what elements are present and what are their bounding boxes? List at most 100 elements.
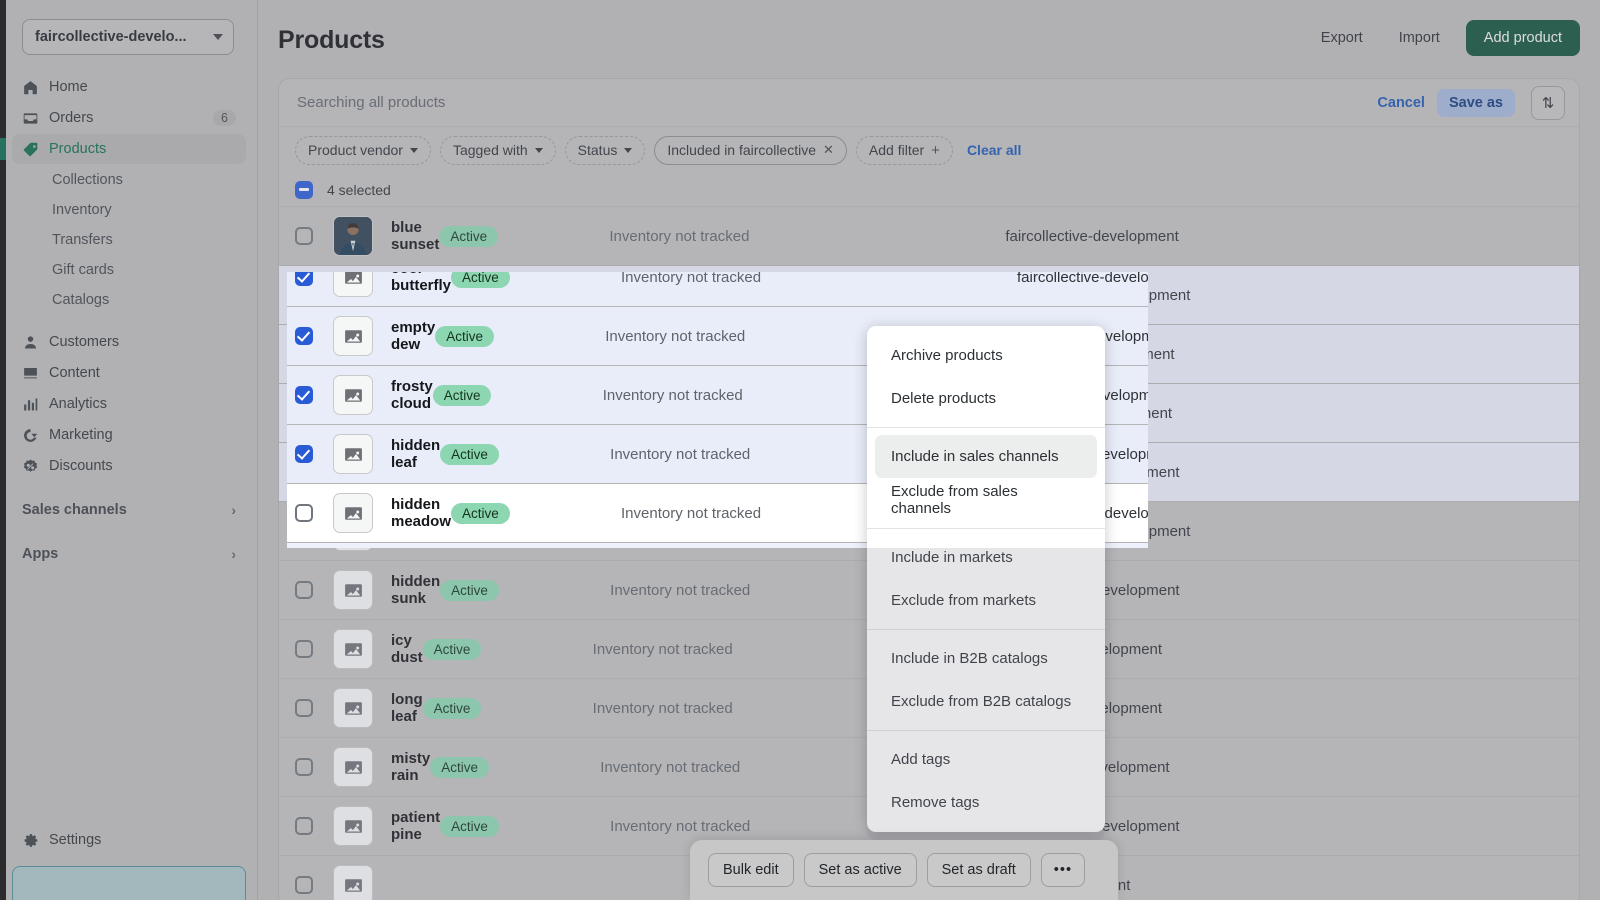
product-name[interactable]: hidden leaf bbox=[373, 437, 440, 471]
chevron-down-icon bbox=[213, 34, 223, 40]
sidebar-item-content-label: Content bbox=[49, 365, 100, 381]
set-as-active-button[interactable]: Set as active bbox=[803, 853, 917, 887]
product-name[interactable]: icy dust bbox=[373, 632, 423, 666]
product-name[interactable]: patient pine bbox=[373, 809, 440, 843]
add-filter-label: Add filter bbox=[868, 142, 925, 158]
sidebar-item-home[interactable]: Home bbox=[12, 72, 246, 102]
table-row-highlighted[interactable]: cool butterflyActive Inventory not tracke… bbox=[287, 272, 1148, 307]
product-name[interactable]: hidden meadow bbox=[373, 496, 451, 530]
row-checkbox[interactable] bbox=[295, 504, 313, 522]
menu-item[interactable]: Include in B2B catalogs bbox=[875, 637, 1097, 680]
row-checkbox[interactable] bbox=[295, 227, 313, 245]
sort-icon[interactable]: ⇅ bbox=[1531, 85, 1565, 120]
row-checkbox[interactable] bbox=[295, 272, 313, 286]
clear-all-button[interactable]: Clear all bbox=[967, 142, 1021, 158]
product-name[interactable]: blue sunset bbox=[373, 219, 439, 253]
sidebar-item-analytics[interactable]: Analytics bbox=[12, 389, 246, 419]
row-checkbox[interactable] bbox=[295, 876, 313, 894]
sidebar-item-catalogs[interactable]: Catalogs bbox=[12, 285, 246, 315]
menu-separator bbox=[867, 528, 1105, 529]
row-checkbox[interactable] bbox=[295, 386, 313, 404]
row-checkbox[interactable] bbox=[295, 327, 313, 345]
status-cell: Active bbox=[430, 756, 600, 778]
product-name[interactable]: frosty cloud bbox=[373, 378, 433, 412]
sidebar-item-gift-cards-label: Gift cards bbox=[52, 262, 115, 278]
filter-chip-product-vendor[interactable]: Product vendor bbox=[295, 135, 431, 165]
status-cell: Active bbox=[435, 325, 605, 347]
menu-item[interactable]: Exclude from sales channels bbox=[875, 478, 1097, 521]
row-checkbox[interactable] bbox=[295, 817, 313, 835]
discount-icon bbox=[22, 458, 39, 475]
marketing-icon bbox=[22, 427, 39, 444]
more-actions-button[interactable]: ••• bbox=[1040, 853, 1086, 887]
status-cell: Active bbox=[440, 443, 610, 465]
product-thumbnail bbox=[333, 272, 373, 297]
store-switcher[interactable]: faircollective-develo... bbox=[22, 19, 234, 55]
sidebar-item-home-label: Home bbox=[49, 79, 88, 95]
sidebar-item-marketing[interactable]: Marketing bbox=[12, 420, 246, 450]
row-checkbox[interactable] bbox=[295, 640, 313, 658]
save-as-button[interactable]: Save as bbox=[1436, 88, 1515, 117]
sidebar-item-customers-label: Customers bbox=[49, 334, 120, 350]
product-thumbnail bbox=[333, 493, 373, 533]
export-button[interactable]: Export bbox=[1303, 21, 1381, 55]
chevron-down-icon bbox=[534, 147, 543, 153]
sidebar-item-content[interactable]: Content bbox=[12, 358, 246, 388]
sidebar-bottom-panel[interactable] bbox=[12, 866, 246, 900]
row-checkbox-cell bbox=[295, 327, 333, 345]
product-name[interactable]: cool butterfly bbox=[373, 272, 451, 294]
sidebar-item-transfers[interactable]: Transfers bbox=[12, 225, 246, 255]
sidebar-item-catalogs-label: Catalogs bbox=[52, 292, 110, 308]
product-thumbnail bbox=[333, 865, 373, 900]
add-product-button[interactable]: Add product bbox=[1465, 20, 1580, 56]
add-filter-button[interactable]: Add filter + bbox=[855, 135, 953, 165]
filter-chip-status[interactable]: Status bbox=[564, 135, 646, 165]
vendor-cell: faircollective-development bbox=[1005, 227, 1179, 245]
menu-item[interactable]: Add tags bbox=[875, 738, 1097, 781]
cancel-button[interactable]: Cancel bbox=[1367, 89, 1435, 117]
search-input[interactable] bbox=[279, 94, 1368, 111]
bulk-actions-menu: Archive products Delete products Include i… bbox=[867, 326, 1105, 832]
sidebar-item-discounts[interactable]: Discounts bbox=[12, 451, 246, 481]
browser-edge bbox=[0, 0, 6, 900]
row-checkbox[interactable] bbox=[295, 758, 313, 776]
header-actions: Export Import Add product bbox=[1303, 20, 1580, 56]
sidebar-item-collections[interactable]: Collections bbox=[12, 165, 246, 195]
sidebar-section-apps[interactable]: Apps › bbox=[12, 538, 246, 570]
sidebar-item-products[interactable]: Products bbox=[12, 134, 246, 164]
status-badge: Active bbox=[440, 579, 499, 601]
menu-item[interactable]: Include in markets bbox=[875, 536, 1097, 579]
table-row[interactable]: blue sunset Active Inventory not tracked fa… bbox=[279, 207, 1579, 266]
sidebar-item-gift-cards[interactable]: Gift cards bbox=[12, 255, 246, 285]
product-thumbnail bbox=[333, 434, 373, 474]
filter-chip-tagged-with[interactable]: Tagged with bbox=[439, 135, 556, 165]
menu-item[interactable]: Remove tags bbox=[875, 781, 1097, 824]
product-name[interactable]: long leaf bbox=[373, 691, 423, 725]
product-name[interactable]: misty rain bbox=[373, 750, 430, 784]
row-checkbox[interactable] bbox=[295, 445, 313, 463]
row-checkbox-cell bbox=[295, 272, 333, 286]
set-as-draft-button[interactable]: Set as draft bbox=[926, 853, 1031, 887]
bulk-edit-button[interactable]: Bulk edit bbox=[708, 853, 794, 887]
import-button[interactable]: Import bbox=[1381, 21, 1458, 55]
sidebar-section-sales-channels[interactable]: Sales channels › bbox=[12, 494, 246, 526]
row-checkbox-cell bbox=[295, 445, 333, 463]
sidebar-item-customers[interactable]: Customers bbox=[12, 327, 246, 357]
menu-item[interactable]: Archive products bbox=[875, 334, 1097, 377]
menu-item[interactable]: Delete products bbox=[875, 377, 1097, 420]
close-icon[interactable]: ✕ bbox=[823, 142, 834, 158]
filter-chip-included-in-faircollective[interactable]: Included in faircollective ✕ bbox=[654, 135, 847, 165]
menu-item[interactable]: Exclude from markets bbox=[875, 579, 1097, 622]
select-all-row: 4 selected bbox=[279, 173, 1579, 207]
menu-item[interactable]: Exclude from B2B catalogs bbox=[875, 680, 1097, 723]
product-name[interactable]: empty dew bbox=[373, 319, 435, 353]
sidebar-item-settings[interactable]: Settings bbox=[12, 825, 246, 855]
sidebar-item-inventory[interactable]: Inventory bbox=[12, 195, 246, 225]
sidebar-item-orders[interactable]: Orders 6 bbox=[12, 103, 246, 133]
menu-item[interactable]: Include in sales channels bbox=[875, 435, 1097, 478]
product-name[interactable]: hidden sunk bbox=[373, 573, 440, 607]
status-cell: Active bbox=[422, 638, 593, 660]
select-all-checkbox[interactable] bbox=[295, 180, 313, 199]
row-checkbox[interactable] bbox=[295, 581, 313, 599]
row-checkbox[interactable] bbox=[295, 699, 313, 717]
